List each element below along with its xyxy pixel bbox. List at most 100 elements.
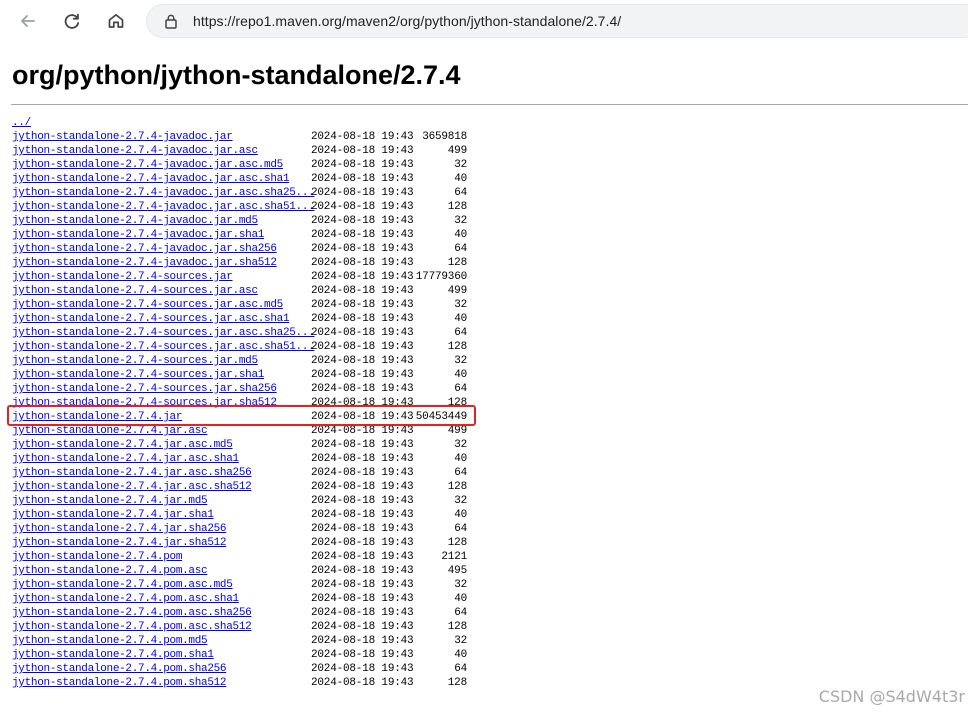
address-bar[interactable]: https://repo1.maven.org/maven2/org/pytho…	[146, 4, 968, 38]
file-link[interactable]: jython-standalone-2.7.4-sources.jar.sha5…	[12, 396, 277, 410]
file-link[interactable]: jython-standalone-2.7.4.jar.asc.sha1	[12, 452, 239, 466]
file-date: 2024-08-18 19:43	[311, 607, 414, 619]
file-row: jython-standalone-2.7.4.jar.asc.sha256 20…	[12, 466, 482, 480]
file-date: 2024-08-18 19:43	[311, 229, 414, 241]
file-date: 2024-08-18 19:43	[311, 159, 414, 171]
file-link[interactable]: jython-standalone-2.7.4.jar.sha1	[12, 508, 214, 522]
file-link[interactable]: jython-standalone-2.7.4-javadoc.jar.asc.…	[12, 186, 315, 200]
file-size: 2121	[441, 551, 467, 563]
file-size: 32	[454, 635, 467, 647]
file-row: jython-standalone-2.7.4-javadoc.jar 2024-…	[12, 130, 482, 144]
file-link[interactable]: jython-standalone-2.7.4.jar.asc	[12, 424, 208, 438]
file-row: jython-standalone-2.7.4-sources.jar.asc.…	[12, 326, 482, 340]
file-link[interactable]: jython-standalone-2.7.4.jar	[12, 410, 182, 424]
file-link[interactable]: jython-standalone-2.7.4-javadoc.jar.md5	[12, 214, 258, 228]
file-link[interactable]: jython-standalone-2.7.4.pom	[12, 550, 182, 564]
file-row: jython-standalone-2.7.4-sources.jar.md5 2…	[12, 354, 482, 368]
file-link[interactable]: jython-standalone-2.7.4-javadoc.jar.asc	[12, 144, 258, 158]
file-link[interactable]: jython-standalone-2.7.4-sources.jar.md5	[12, 354, 258, 368]
file-date: 2024-08-18 19:43	[311, 131, 414, 143]
file-size: 495	[447, 565, 467, 577]
file-link[interactable]: jython-standalone-2.7.4-javadoc.jar.asc.…	[12, 172, 290, 186]
file-link[interactable]: jython-standalone-2.7.4-javadoc.jar.asc.…	[12, 158, 283, 172]
file-link[interactable]: jython-standalone-2.7.4.pom.asc.sha1	[12, 592, 239, 606]
file-link[interactable]: jython-standalone-2.7.4-javadoc.jar.asc.…	[12, 200, 315, 214]
file-row: jython-standalone-2.7.4.pom 2024-08-18 19…	[12, 550, 482, 564]
file-row: jython-standalone-2.7.4-javadoc.jar.asc.…	[12, 172, 482, 186]
file-link[interactable]: jython-standalone-2.7.4-javadoc.jar.sha2…	[12, 242, 277, 256]
file-link[interactable]: jython-standalone-2.7.4-javadoc.jar.sha1	[12, 228, 264, 242]
file-link[interactable]: jython-standalone-2.7.4.pom.sha256	[12, 662, 227, 676]
file-row: jython-standalone-2.7.4-sources.jar.sha1…	[12, 368, 482, 382]
file-link[interactable]: jython-standalone-2.7.4.jar.sha256	[12, 522, 227, 536]
file-date: 2024-08-18 19:43	[311, 523, 414, 535]
file-size: 64	[454, 383, 467, 395]
file-link[interactable]: jython-standalone-2.7.4-sources.jar.sha1	[12, 368, 264, 382]
file-link[interactable]: jython-standalone-2.7.4.jar.asc.md5	[12, 438, 233, 452]
file-link[interactable]: jython-standalone-2.7.4-sources.jar.asc	[12, 284, 258, 298]
file-size: 40	[454, 509, 467, 521]
file-size: 40	[454, 593, 467, 605]
file-size: 128	[447, 397, 467, 409]
parent-directory-link[interactable]: ../	[12, 116, 31, 130]
file-row: jython-standalone-2.7.4.jar.asc.md5 2024-…	[12, 438, 482, 452]
file-date: 2024-08-18 19:43	[311, 313, 414, 325]
file-size: 64	[454, 607, 467, 619]
file-link[interactable]: jython-standalone-2.7.4-javadoc.jar	[12, 130, 233, 144]
file-link[interactable]: jython-standalone-2.7.4.pom.asc	[12, 564, 208, 578]
file-date: 2024-08-18 19:43	[311, 467, 414, 479]
back-icon	[21, 15, 35, 27]
file-size: 64	[454, 243, 467, 255]
file-link[interactable]: jython-standalone-2.7.4.pom.asc.sha512	[12, 620, 252, 634]
file-date: 2024-08-18 19:43	[311, 649, 414, 661]
file-size: 40	[454, 313, 467, 325]
horizontal-rule	[11, 104, 968, 105]
parent-directory-row: ../	[12, 116, 482, 130]
file-date: 2024-08-18 19:43	[311, 565, 414, 577]
url-text[interactable]: https://repo1.maven.org/maven2/org/pytho…	[193, 13, 621, 29]
file-date: 2024-08-18 19:43	[311, 579, 414, 591]
file-row: jython-standalone-2.7.4-sources.jar 2024-…	[12, 270, 482, 284]
file-date: 2024-08-18 19:43	[311, 243, 414, 255]
file-size: 64	[454, 187, 467, 199]
file-row: jython-standalone-2.7.4-javadoc.jar.asc 2…	[12, 144, 482, 158]
file-size: 32	[454, 579, 467, 591]
file-link[interactable]: jython-standalone-2.7.4-sources.jar	[12, 270, 233, 284]
file-row: jython-standalone-2.7.4-javadoc.jar.asc.…	[12, 200, 482, 214]
file-row: jython-standalone-2.7.4.jar.asc.sha512 20…	[12, 480, 482, 494]
file-link[interactable]: jython-standalone-2.7.4.jar.md5	[12, 494, 208, 508]
file-link[interactable]: jython-standalone-2.7.4-sources.jar.asc.…	[12, 326, 315, 340]
back-button[interactable]	[14, 7, 42, 35]
file-link[interactable]: jython-standalone-2.7.4-sources.jar.asc.…	[12, 340, 315, 354]
refresh-button[interactable]	[58, 7, 86, 35]
file-link[interactable]: jython-standalone-2.7.4.jar.asc.sha256	[12, 466, 252, 480]
file-size: 32	[454, 439, 467, 451]
file-listing: ../ jython-standalone-2.7.4-javadoc.jar 2…	[12, 116, 482, 690]
file-row: jython-standalone-2.7.4-javadoc.jar.sha2…	[12, 242, 482, 256]
home-button[interactable]	[102, 7, 130, 35]
file-link[interactable]: jython-standalone-2.7.4-sources.jar.asc.…	[12, 298, 283, 312]
file-link[interactable]: jython-standalone-2.7.4.pom.asc.sha256	[12, 606, 252, 620]
file-size: 40	[454, 229, 467, 241]
file-row: jython-standalone-2.7.4.pom.sha512 2024-0…	[12, 676, 482, 690]
file-link[interactable]: jython-standalone-2.7.4.pom.md5	[12, 634, 208, 648]
file-link[interactable]: jython-standalone-2.7.4-sources.jar.sha2…	[12, 382, 277, 396]
file-link[interactable]: jython-standalone-2.7.4.jar.asc.sha512	[12, 480, 252, 494]
file-date: 2024-08-18 19:43	[311, 453, 414, 465]
file-date: 2024-08-18 19:43	[311, 593, 414, 605]
file-link[interactable]: jython-standalone-2.7.4.pom.asc.md5	[12, 578, 233, 592]
file-link[interactable]: jython-standalone-2.7.4.pom.sha512	[12, 676, 227, 690]
file-row: jython-standalone-2.7.4-sources.jar.sha5…	[12, 396, 482, 410]
file-row: jython-standalone-2.7.4.pom.asc.sha256 20…	[12, 606, 482, 620]
lock-icon	[165, 14, 177, 29]
file-row: jython-standalone-2.7.4-javadoc.jar.md5 2…	[12, 214, 482, 228]
file-row: jython-standalone-2.7.4.pom.sha256 2024-0…	[12, 662, 482, 676]
file-link[interactable]: jython-standalone-2.7.4-sources.jar.asc.…	[12, 312, 290, 326]
file-size: 128	[447, 537, 467, 549]
file-link[interactable]: jython-standalone-2.7.4.jar.sha512	[12, 536, 227, 550]
file-link[interactable]: jython-standalone-2.7.4-javadoc.jar.sha5…	[12, 256, 277, 270]
file-size: 17779360	[415, 271, 467, 283]
file-row: jython-standalone-2.7.4.jar.asc.sha1 2024…	[12, 452, 482, 466]
file-link[interactable]: jython-standalone-2.7.4.pom.sha1	[12, 648, 214, 662]
file-date: 2024-08-18 19:43	[311, 397, 414, 409]
